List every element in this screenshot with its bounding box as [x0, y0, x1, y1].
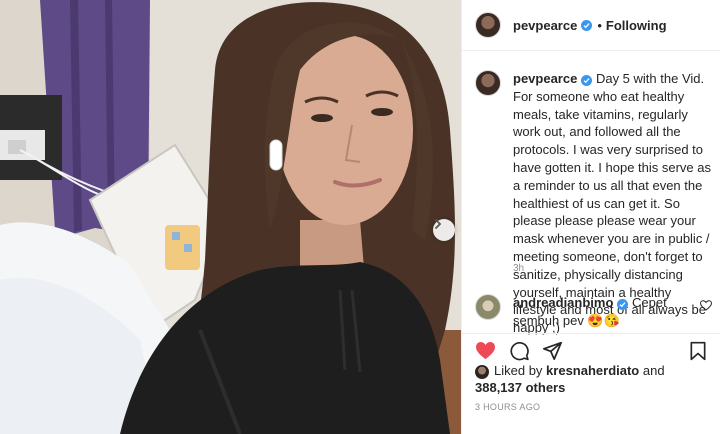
likes-summary: Liked by kresnaherdiato and — [475, 363, 665, 379]
author-username[interactable]: pevpearce — [513, 18, 577, 33]
post-side-panel: pevpearce • Following pevpearce Day 5 wi… — [461, 0, 720, 434]
verified-badge-icon — [581, 19, 593, 31]
caption-author-avatar[interactable] — [475, 70, 501, 96]
post-photo[interactable] — [0, 0, 461, 434]
separator-dot: • — [597, 17, 602, 33]
paper-plane-icon[interactable] — [542, 341, 563, 360]
likes-and-label: and — [642, 363, 665, 378]
caption-age[interactable]: 3h — [513, 263, 524, 274]
selfie-photo — [0, 0, 461, 434]
commenter-avatar[interactable] — [475, 294, 501, 320]
next-photo-button[interactable] — [433, 219, 455, 241]
liker-avatar[interactable] — [475, 365, 489, 379]
likes-count[interactable]: 388,137 others — [475, 380, 565, 395]
post-timestamp[interactable]: 3 HOURS AGO — [475, 402, 540, 412]
post-header: pevpearce • Following — [462, 0, 720, 51]
caption-username[interactable]: pevpearce — [513, 71, 577, 86]
commenter-username[interactable]: andreadianbimo — [513, 295, 613, 310]
comment-item: andreadianbimo Cepet sembuh pev 😍😘 — [475, 294, 711, 329]
heart-outline-icon[interactable] — [700, 300, 712, 311]
following-button[interactable]: Following — [606, 18, 667, 33]
heart-filled-icon[interactable] — [475, 341, 496, 360]
liked-by-label: Liked by — [494, 363, 543, 378]
instagram-post: pevpearce • Following pevpearce Day 5 wi… — [0, 0, 720, 434]
verified-badge-icon — [581, 75, 593, 86]
author-avatar[interactable] — [475, 12, 501, 38]
liker-username[interactable]: kresnaherdiato — [546, 363, 639, 378]
verified-badge-icon — [617, 299, 629, 310]
bookmark-icon[interactable] — [689, 341, 707, 361]
chevron-right-icon — [435, 219, 442, 229]
comment-bubble-icon[interactable] — [509, 341, 530, 361]
